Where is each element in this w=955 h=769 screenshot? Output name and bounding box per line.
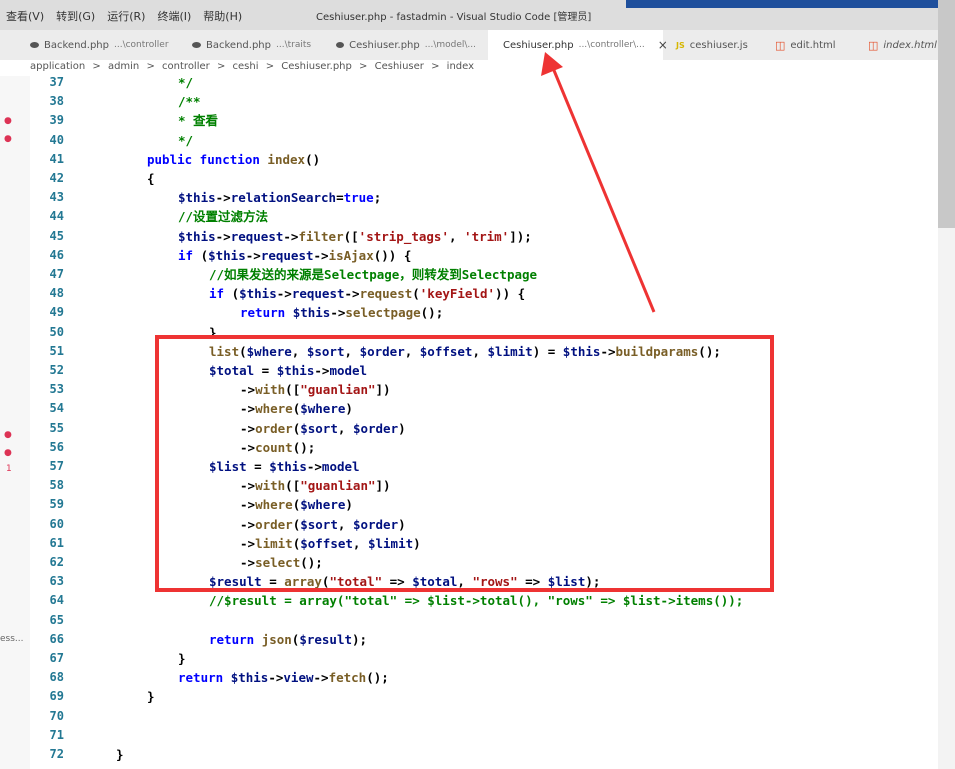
arrow-shaft [551, 67, 656, 313]
annotation-arrow [541, 52, 656, 313]
arrow-head [541, 52, 563, 76]
